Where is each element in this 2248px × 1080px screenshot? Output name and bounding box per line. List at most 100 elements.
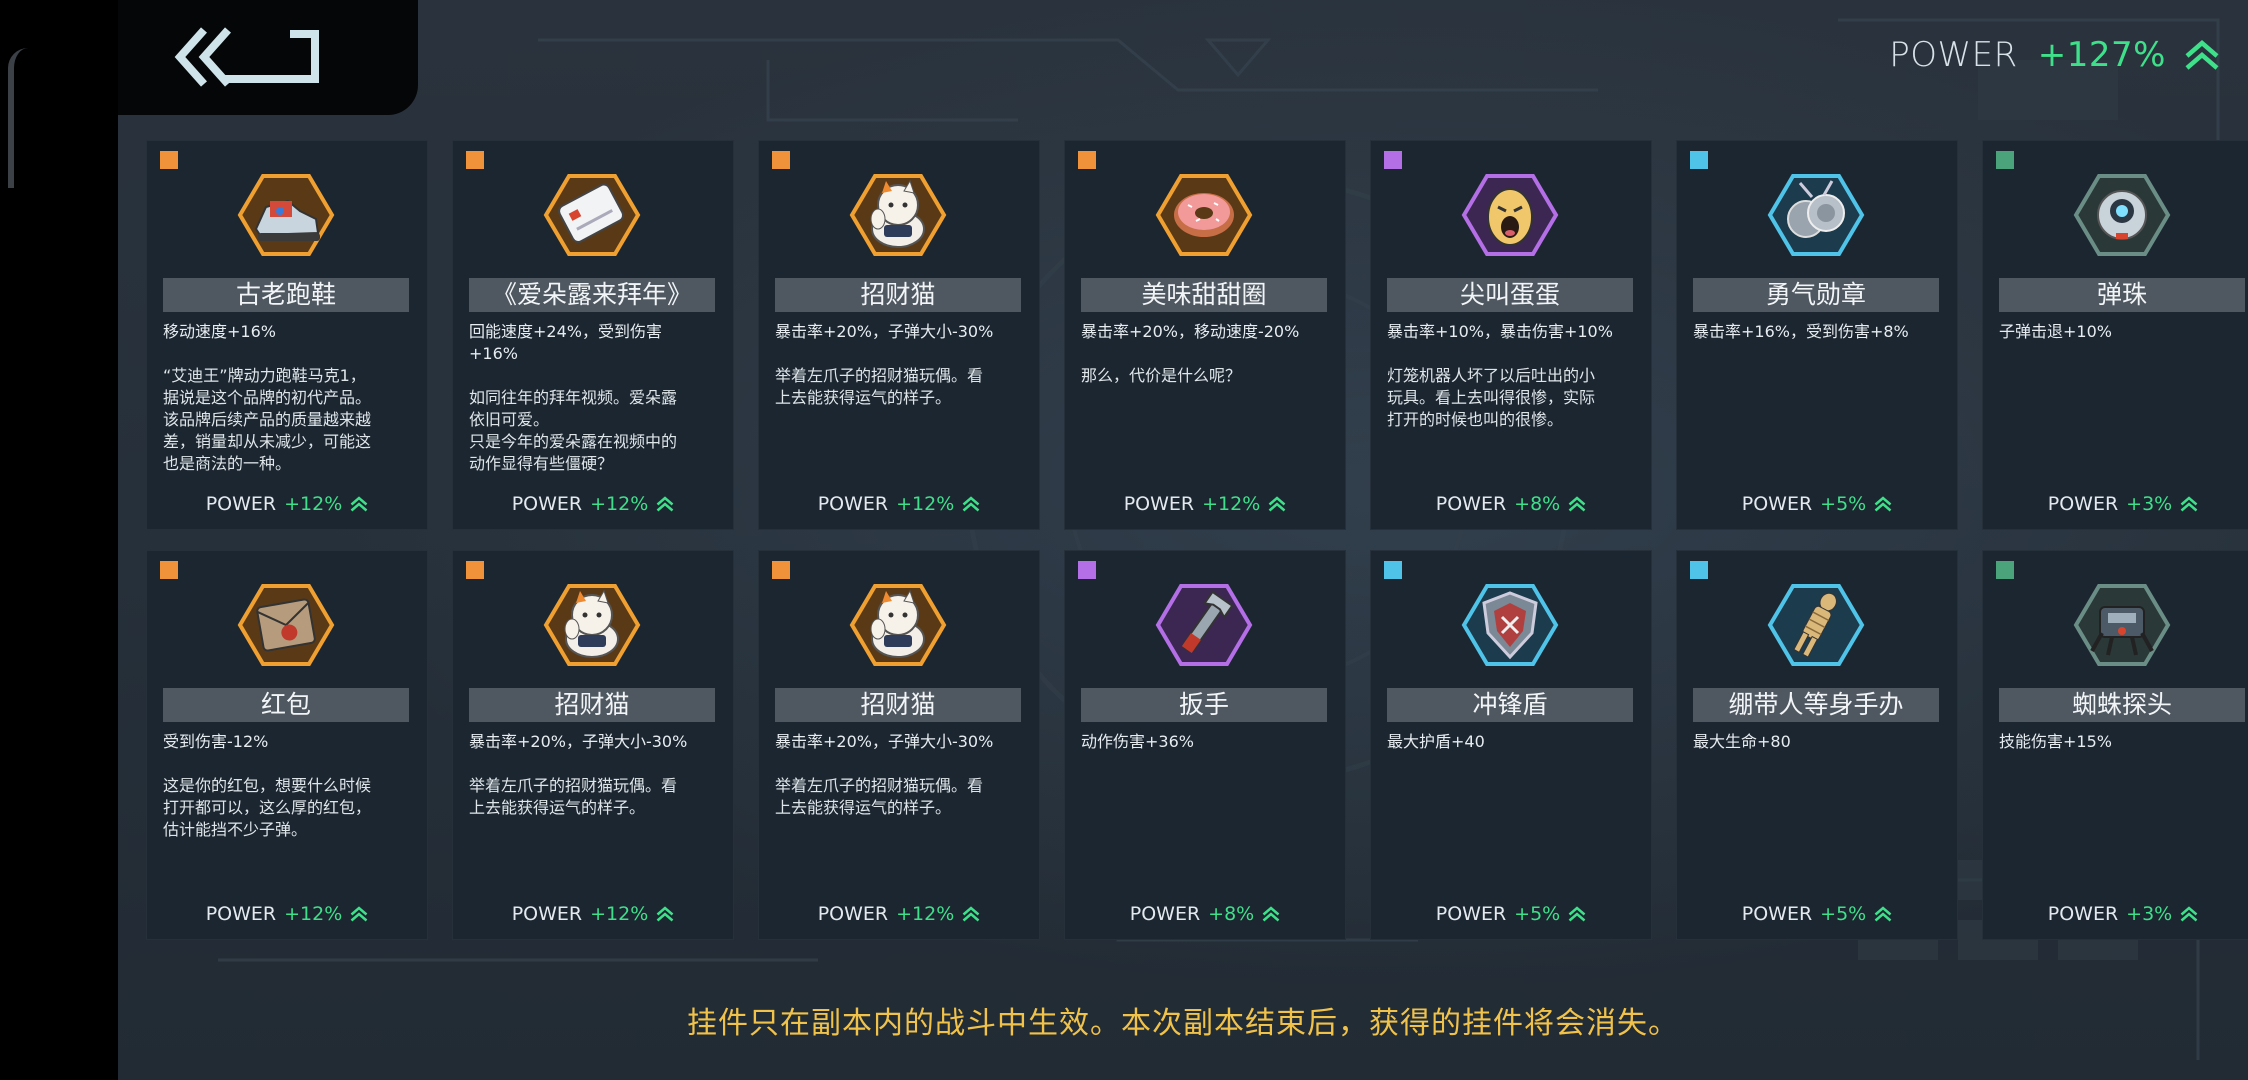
pendant-card[interactable]: 美味甜甜圈暴击率+20%，移动速度-20% 那么，代价是什么呢？ POWER +12% [1064,140,1346,530]
power-label: POWER [2047,493,2119,515]
power-value: +3% [2126,493,2173,515]
double-chevron-up-icon [1874,496,1892,512]
lucky-cat-icon [842,573,954,677]
pendant-description: 那么，代价是什么呢？ [1081,366,1242,385]
power-value: +5% [1820,903,1867,925]
pendant-effect: 动作伤害+36% [1081,732,1194,751]
card-power: POWER +12% [759,492,1039,516]
pendant-card[interactable]: 勇气勋章暴击率+16%，受到伤害+8% POWER +5% [1676,140,1958,530]
left-black-strip [0,0,118,1080]
pendant-name: 招财猫 [775,278,1021,312]
power-label: POWER [511,903,583,925]
lucky-cat-icon [536,573,648,677]
double-chevron-up-icon [350,906,368,922]
rarity-marker [1690,151,1708,169]
power-label: POWER [817,493,889,515]
pendant-effect: 子弹击退+10% [1999,322,2112,341]
card-power: POWER +5% [1677,492,1957,516]
pendant-name: 古老跑鞋 [163,278,409,312]
pendant-card[interactable]: 蜘蛛探头 技能伤害+15% POWER +3% [1982,550,2248,940]
double-chevron-up-icon [962,496,980,512]
card-power: POWER +12% [759,902,1039,926]
card-power: POWER +5% [1371,902,1651,926]
double-chevron-up-icon [656,496,674,512]
pendant-card[interactable]: 古老跑鞋移动速度+16% “艾迪王”牌动力跑鞋马克1， 据说是这个品牌的初代产品。… [146,140,428,530]
pendant-effect: 移动速度+16% [163,322,276,341]
rarity-marker [466,561,484,579]
pendant-name: 美味甜甜圈 [1081,278,1327,312]
pendant-effect: 最大生命+80 [1693,732,1791,751]
pendant-description: “艾迪王”牌动力跑鞋马克1， 据说是这个品牌的初代产品。 该品牌后续产品的质量越… [163,366,372,473]
pendant-name: 扳手 [1081,688,1327,722]
double-chevron-up-icon [962,906,980,922]
power-label: POWER [1741,903,1813,925]
power-value: +12% [1202,493,1261,515]
double-chevron-up-icon [1568,906,1586,922]
rarity-marker [466,151,484,169]
pendant-description: 这是你的红包，想要什么时候 打开都可以，这么厚的红包， 估计能挡不少子弹。 [163,776,372,839]
pendant-card[interactable]: 扳手 动作伤害+36% POWER +8% [1064,550,1346,940]
edge-handle [8,48,28,188]
pendant-name: 弹珠 [1999,278,2245,312]
power-label: POWER [1123,493,1195,515]
medal-icon [1760,163,1872,267]
rarity-marker [772,561,790,579]
pendant-name: 冲锋盾 [1387,688,1633,722]
power-label: POWER [1435,493,1507,515]
double-chevron-up-icon [1262,906,1280,922]
pendant-card[interactable]: 红包 受到伤害-12% 这是你的红包，想要什么时候 打开都可以，这么厚的红包， 估计… [146,550,428,940]
pendant-description: 灯笼机器人坏了以后吐出的小 玩具。看上去叫得很惨，实际 打开的时候也叫的很惨。 [1387,366,1596,429]
pendant-description: 举着左爪子的招财猫玩偶。看 上去能获得运气的样子。 [775,776,984,817]
power-label: POWER [205,493,277,515]
pendant-card[interactable]: 招财猫 暴击率+20%，子弹大小-30% 举着左爪子的招财猫玩偶。看 上去能获得运气… [758,550,1040,940]
red-envelope-icon [230,573,342,677]
power-value: +12% [284,903,343,925]
pendant-card[interactable]: 尖叫蛋蛋 暴击率+10%，暴击伤害+10% 灯笼机器人坏了以后吐出的小 玩具。看上去… [1370,140,1652,530]
pendant-effect: 暴击率+20%，移动速度-20% [1081,322,1300,341]
card-power: POWER +3% [1983,902,2248,926]
pendant-name: 尖叫蛋蛋 [1387,278,1633,312]
power-value: +12% [590,903,649,925]
power-label: POWER [1889,35,2018,75]
rarity-marker [772,151,790,169]
rarity-marker [1996,561,2014,579]
pendant-card[interactable]: 绷带人等身手办 最大生命+80 POWER +5% [1676,550,1958,940]
card-power: POWER +12% [147,492,427,516]
spider-probe-icon [2066,573,2178,677]
power-value: +12% [896,903,955,925]
power-value: +12% [284,493,343,515]
pendant-effect: 暴击率+20%，子弹大小-30% [469,732,688,751]
rarity-marker [1078,151,1096,169]
double-chevron-up-icon [2180,496,2198,512]
power-label: POWER [511,493,583,515]
pendant-card[interactable]: 弹珠子弹击退+10% POWER +3% [1982,140,2248,530]
power-label: POWER [1435,903,1507,925]
back-button[interactable] [170,22,330,92]
double-chevron-up-icon [2185,40,2219,70]
rarity-marker [1384,151,1402,169]
pendant-name: 勇气勋章 [1693,278,1939,312]
double-chevron-up-icon [2180,906,2198,922]
pendant-card[interactable]: 招财猫 暴击率+20%，子弹大小-30% 举着左爪子的招财猫玩偶。看 上去能获得运气… [758,140,1040,530]
screaming-egg-icon [1454,163,1566,267]
power-value: +8% [1208,903,1255,925]
pendant-card[interactable]: 招财猫暴击率+20%，子弹大小-30% 举着左爪子的招财猫玩偶。看 上去能获得运气… [452,550,734,940]
pendant-card[interactable]: 《爱朵露来拜年》 回能速度+24%，受到伤害 +16% 如同往年的拜年视频。爱朵露 … [452,140,734,530]
rarity-marker [160,151,178,169]
pendant-name: 招财猫 [469,688,715,722]
double-chevron-up-icon [1268,496,1286,512]
marble-icon [2066,163,2178,267]
pendant-card[interactable]: 冲锋盾 最大护盾+40 POWER +5% [1370,550,1652,940]
card-power: POWER +12% [147,902,427,926]
power-label: POWER [817,903,889,925]
double-chevron-up-icon [656,906,674,922]
pendant-effect: 回能速度+24%，受到伤害 +16% [469,322,662,363]
donut-icon [1148,163,1260,267]
pendant-description: 举着左爪子的招财猫玩偶。看 上去能获得运气的样子。 [775,366,984,407]
rarity-marker [1996,151,2014,169]
pendant-effect: 暴击率+16%，受到伤害+8% [1693,322,1909,341]
rarity-marker [1384,561,1402,579]
power-label: POWER [205,903,277,925]
pendant-name: 《爱朵露来拜年》 [469,278,715,312]
pendant-description: 举着左爪子的招财猫玩偶。看 上去能获得运气的样子。 [469,776,678,817]
